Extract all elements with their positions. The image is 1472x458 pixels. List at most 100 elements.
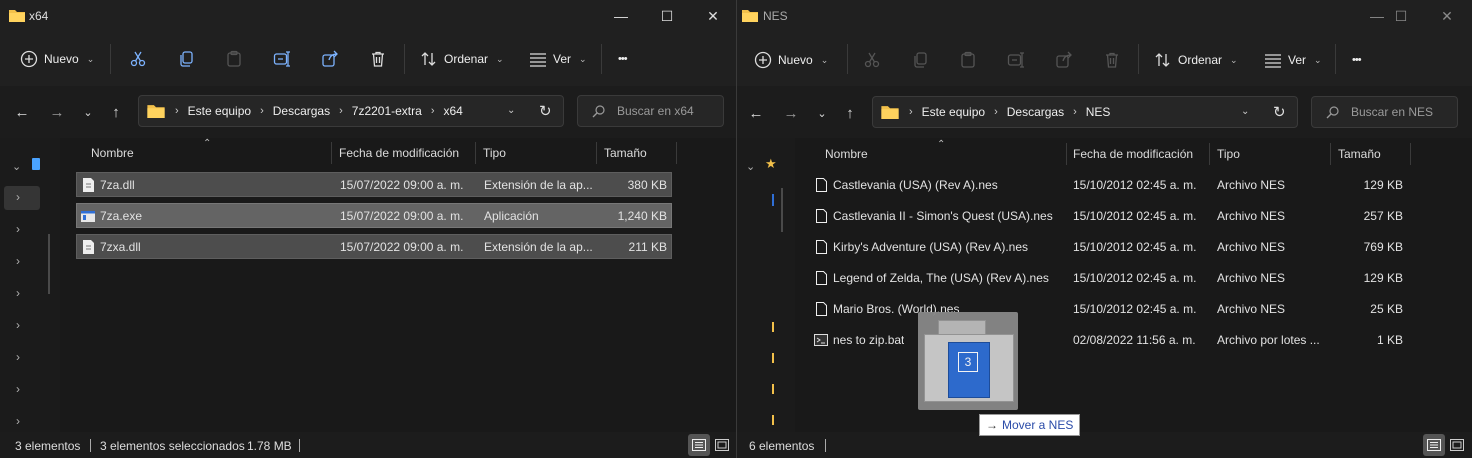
close-button[interactable]: ✕ [690, 0, 736, 32]
cut-button[interactable] [129, 44, 147, 74]
column-header-name[interactable]: Nombre [825, 147, 868, 169]
column-header-date[interactable]: Fecha de modificación [339, 146, 459, 168]
breadcrumb: › Este equipo › Descargas › NES [909, 105, 1110, 119]
expand-chevron-icon[interactable]: ⌄ [746, 160, 755, 173]
search-box[interactable]: Buscar en x64 [577, 95, 724, 127]
table-row[interactable]: Castlevania (USA) (Rev A).nes 15/10/2012… [811, 173, 1408, 198]
new-button[interactable]: Nuevo ⌄ [20, 44, 94, 74]
column-divider[interactable] [1066, 143, 1067, 165]
column-divider[interactable] [596, 142, 597, 164]
address-bar[interactable]: › Este equipo › Descargas › NES ⌄ ↻ [872, 96, 1298, 128]
breadcrumb-item[interactable]: NES [1086, 105, 1111, 119]
address-dropdown-icon[interactable]: ⌄ [507, 105, 515, 116]
recent-chevron-icon[interactable]: ⌄ [810, 101, 834, 125]
column-header-type[interactable]: Tipo [1217, 147, 1240, 169]
pane-scrollbar[interactable] [781, 188, 783, 232]
search-box[interactable]: Buscar en NES [1311, 96, 1458, 128]
table-row[interactable]: 7za.exe 15/07/2022 09:00 a. m. Aplicació… [76, 203, 672, 228]
paste-button[interactable] [225, 44, 243, 74]
breadcrumb-item[interactable]: Este equipo [922, 105, 985, 119]
breadcrumb-item[interactable]: Este equipo [188, 104, 251, 118]
item-count: 3 elementos [15, 439, 81, 453]
column-divider[interactable] [676, 142, 677, 164]
more-button[interactable]: ••• [618, 44, 628, 74]
recent-chevron-icon[interactable]: ⌄ [76, 100, 100, 124]
column-divider[interactable] [1330, 143, 1331, 165]
refresh-icon[interactable]: ↻ [539, 102, 552, 120]
expand-chevron-icon[interactable]: › [16, 286, 20, 300]
column-header-size[interactable]: Tamaño [604, 146, 647, 168]
maximize-button[interactable]: ☐ [644, 0, 690, 32]
table-row[interactable]: nes to zip.bat 02/08/2022 11:56 a. m. Ar… [811, 328, 1408, 353]
breadcrumb-item[interactable]: x64 [443, 104, 462, 118]
file-size: 1 KB [1376, 333, 1403, 347]
new-button[interactable]: Nuevo ⌄ [754, 45, 828, 75]
column-divider[interactable] [475, 142, 476, 164]
table-row[interactable]: Mario Bros. (World).nes 15/10/2012 02:45… [811, 297, 1408, 322]
view-icon [1265, 54, 1281, 68]
refresh-icon[interactable]: ↻ [1273, 103, 1286, 121]
table-row[interactable]: Kirby's Adventure (USA) (Rev A).nes 15/1… [811, 235, 1408, 260]
rename-button[interactable] [1007, 45, 1025, 75]
tiles-view-button[interactable] [711, 434, 733, 456]
title-bar[interactable]: NES — ☐ ✕ [737, 0, 1472, 32]
view-button[interactable]: Ver ⌄ [529, 44, 587, 74]
expand-chevron-icon[interactable]: › [16, 190, 20, 204]
expand-chevron-icon[interactable]: ⌄ [12, 160, 21, 173]
sort-button[interactable]: Ordenar ⌄ [1154, 45, 1238, 75]
cut-button[interactable] [863, 45, 881, 75]
breadcrumb-separator-icon: › [430, 105, 435, 117]
column-header-type[interactable]: Tipo [483, 146, 506, 168]
pane-scrollbar[interactable] [48, 234, 50, 294]
back-arrow-icon[interactable]: ← [10, 100, 34, 124]
title-bar[interactable]: x64 — ☐ ✕ [0, 0, 736, 32]
forward-arrow-icon[interactable]: → [45, 100, 69, 124]
copy-button[interactable] [911, 45, 929, 75]
minimize-button[interactable]: — [598, 0, 644, 32]
expand-chevron-icon[interactable]: › [16, 350, 20, 364]
table-row[interactable]: 7zxa.dll 15/07/2022 09:00 a. m. Extensió… [76, 234, 672, 259]
table-row[interactable]: Castlevania II - Simon's Quest (USA).nes… [811, 204, 1408, 229]
breadcrumb-item[interactable]: Descargas [273, 104, 330, 118]
copy-button[interactable] [177, 44, 195, 74]
expand-chevron-icon[interactable]: › [16, 382, 20, 396]
address-dropdown-icon[interactable]: ⌄ [1241, 106, 1249, 117]
details-view-button[interactable] [1423, 434, 1445, 456]
expand-chevron-icon[interactable]: › [16, 414, 20, 428]
breadcrumb-item[interactable]: Descargas [1007, 105, 1064, 119]
up-arrow-icon[interactable]: ↑ [838, 101, 862, 125]
table-row[interactable]: Legend of Zelda, The (USA) (Rev A).nes 1… [811, 266, 1408, 291]
column-divider[interactable] [331, 142, 332, 164]
delete-button[interactable] [369, 44, 387, 74]
share-button[interactable] [1055, 45, 1073, 75]
close-button[interactable]: ✕ [1424, 0, 1470, 32]
tree-item-selected[interactable] [4, 186, 40, 210]
tiles-view-button[interactable] [1446, 434, 1468, 456]
share-button[interactable] [321, 44, 339, 74]
expand-chevron-icon[interactable]: › [16, 318, 20, 332]
column-divider[interactable] [1209, 143, 1210, 165]
more-button[interactable]: ••• [1352, 45, 1362, 75]
rename-button[interactable] [273, 44, 291, 74]
file-date: 15/10/2012 02:45 a. m. [1073, 302, 1197, 316]
up-arrow-icon[interactable]: ↑ [104, 100, 128, 124]
back-arrow-icon[interactable]: ← [744, 101, 768, 125]
expand-chevron-icon[interactable]: › [16, 222, 20, 236]
column-header-size[interactable]: Tamaño [1338, 147, 1381, 169]
expand-chevron-icon[interactable]: › [16, 254, 20, 268]
paste-button[interactable] [959, 45, 977, 75]
file-list: Nombre ⌃ Fecha de modificación Tipo Tama… [795, 138, 1472, 432]
drag-preview: 3 [918, 312, 1018, 410]
column-header-name[interactable]: Nombre [91, 146, 134, 168]
delete-button[interactable] [1103, 45, 1121, 75]
column-header-date[interactable]: Fecha de modificación [1073, 147, 1193, 169]
address-bar[interactable]: › Este equipo › Descargas › 7z2201-extra… [138, 95, 564, 127]
forward-arrow-icon[interactable]: → [779, 101, 803, 125]
breadcrumb-item[interactable]: 7z2201-extra [352, 104, 422, 118]
maximize-button[interactable]: ☐ [1378, 0, 1424, 32]
table-row[interactable]: 7za.dll 15/07/2022 09:00 a. m. Extensión… [76, 172, 672, 197]
view-button[interactable]: Ver ⌄ [1264, 45, 1322, 75]
sort-button[interactable]: Ordenar ⌄ [420, 44, 504, 74]
details-view-button[interactable] [688, 434, 710, 456]
column-divider[interactable] [1410, 143, 1411, 165]
